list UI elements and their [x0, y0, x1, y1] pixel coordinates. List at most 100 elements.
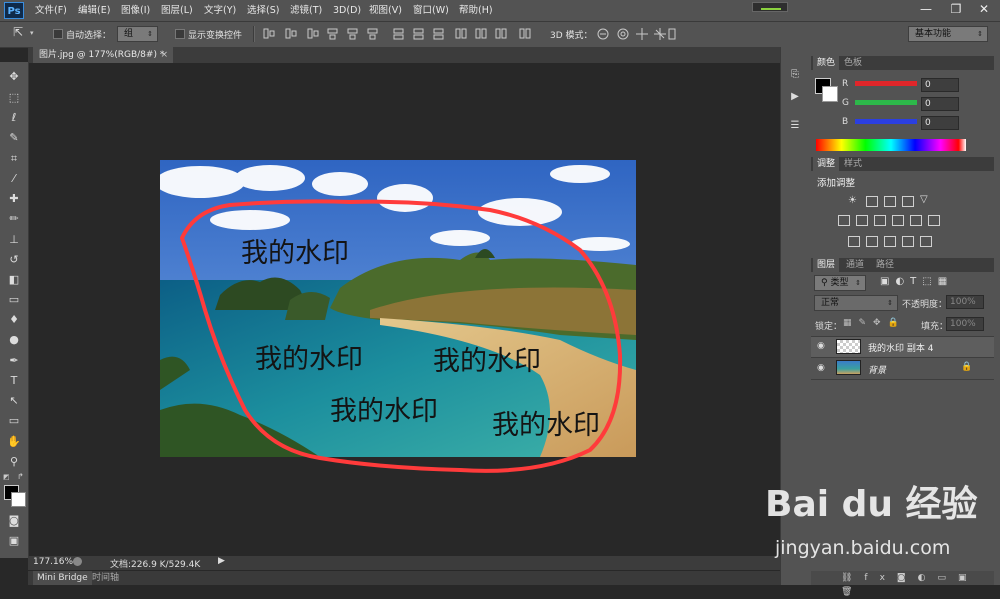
menu-window[interactable]: 窗口(W) [413, 4, 449, 18]
channel-b-value[interactable]: 0 [921, 116, 959, 130]
visibility-eye-icon[interactable]: ◉ [817, 363, 825, 373]
type-tool-icon[interactable]: T [4, 372, 24, 390]
move-tool-icon[interactable]: ⇱ [13, 25, 23, 39]
threshold-icon[interactable] [884, 236, 896, 247]
lasso-tool-icon[interactable]: ℓ [4, 109, 24, 127]
3d-mode-icons[interactable] [596, 26, 676, 42]
gradient-map-icon[interactable] [920, 236, 932, 247]
color-lookup-icon[interactable] [928, 215, 940, 226]
levels-icon[interactable] [866, 196, 878, 207]
tab-layers[interactable]: 图层 [813, 258, 840, 272]
zoom-level[interactable]: 177.16% [33, 557, 73, 567]
screen-mode-icon[interactable]: ▣ [4, 532, 24, 550]
hue-saturation-icon[interactable] [838, 215, 850, 226]
channel-g-value[interactable]: 0 [921, 97, 959, 111]
menu-select[interactable]: 选择(S) [247, 4, 279, 18]
marquee-tool-icon[interactable]: ⬚ [4, 89, 24, 107]
path-selection-tool-icon[interactable]: ↖ [4, 392, 24, 410]
crop-tool-icon[interactable]: ⌗ [4, 150, 24, 168]
layer-filter-type-icons[interactable]: ▣◐T⬚▦ [880, 276, 953, 287]
baidu-jingyan-logo: Bai du 经验 [765, 484, 978, 525]
actions-play-icon[interactable]: ▶ [785, 88, 805, 106]
blend-mode-dropdown[interactable]: 正常 ⇕ [814, 295, 898, 311]
quick-mask-icon[interactable]: ◙ [4, 512, 24, 530]
tab-mini-bridge[interactable]: Mini Bridge [33, 571, 92, 585]
tab-swatches[interactable]: 色板 [840, 56, 866, 70]
menu-layer[interactable]: 图层(L) [161, 4, 193, 18]
posterize-icon[interactable] [866, 236, 878, 247]
tab-color[interactable]: 颜色 [813, 56, 840, 70]
selective-color-icon[interactable] [902, 236, 914, 247]
history-brush-tool-icon[interactable]: ↺ [4, 251, 24, 269]
show-transform-checkbox[interactable] [175, 29, 185, 39]
move-tool-icon[interactable]: ✥ [4, 68, 24, 86]
brush-tool-icon[interactable]: ✏ [4, 210, 24, 228]
document-tab-title: 图片.jpg @ 177%(RGB/8#) * [39, 50, 165, 60]
close-window-button[interactable]: ✕ [968, 0, 1000, 18]
auto-select-checkbox[interactable] [53, 29, 63, 39]
photo-filter-icon[interactable] [892, 215, 904, 226]
black-white-icon[interactable] [874, 215, 886, 226]
exposure-icon[interactable] [902, 196, 914, 207]
dodge-tool-icon[interactable]: ● [4, 331, 24, 349]
swap-colors-icon[interactable]: ↱ [17, 472, 24, 481]
healing-brush-tool-icon[interactable]: ✚ [4, 190, 24, 208]
vibrance-icon[interactable]: ▽ [920, 194, 928, 205]
auto-select-value: 组 [124, 29, 134, 39]
gradient-tool-icon[interactable]: ▭ [4, 291, 24, 309]
workspace-value: 基本功能 [915, 29, 952, 39]
menu-view[interactable]: 视图(V) [369, 4, 402, 18]
channel-b-label: B [842, 117, 849, 127]
blur-tool-icon[interactable]: ♦ [4, 311, 24, 329]
tab-paths[interactable]: 路径 [872, 258, 898, 272]
workspace-dropdown[interactable]: 基本功能 ⇕ [908, 26, 988, 42]
tool-preset-chevron-icon[interactable]: ▾ [30, 29, 34, 37]
eraser-tool-icon[interactable]: ◧ [4, 271, 24, 289]
tab-timeline[interactable]: 时间轴 [88, 571, 123, 585]
close-tab-icon[interactable]: × [160, 47, 168, 63]
rectangle-tool-icon[interactable]: ▭ [4, 412, 24, 430]
layer-filter-dropdown[interactable]: ⚲ 类型 ⇕ [814, 275, 866, 291]
color-spectrum[interactable] [816, 139, 966, 151]
auto-select-dropdown[interactable]: 组 ⇕ [117, 26, 158, 42]
align-distribute-icons [263, 28, 531, 40]
menu-filter[interactable]: 滤镜(T) [290, 4, 322, 18]
channel-r-value[interactable]: 0 [921, 78, 959, 92]
channel-mixer-icon[interactable] [910, 215, 922, 226]
menu-edit[interactable]: 编辑(E) [78, 4, 110, 18]
lock-icons[interactable]: ▦✎✥🔒 [843, 318, 906, 328]
menu-type[interactable]: 文字(Y) [204, 4, 236, 18]
channel-b-slider[interactable] [855, 119, 917, 124]
minimize-button[interactable]: — [910, 0, 942, 18]
hand-tool-icon[interactable]: ✋ [4, 433, 24, 451]
color-bg-swatch[interactable] [822, 86, 838, 102]
curves-icon[interactable] [884, 196, 896, 207]
layers-footer-icons[interactable]: ⛓fx◙◐▭▣🗑 [811, 571, 994, 597]
zoom-tool-icon[interactable]: ⚲ [4, 453, 24, 471]
opacity-value[interactable]: 100% [946, 295, 984, 309]
eyedropper-tool-icon[interactable]: ⁄ [4, 170, 24, 188]
menu-3d[interactable]: 3D(D) [333, 4, 361, 18]
default-colors-icon[interactable]: ◩ [3, 473, 10, 481]
clone-stamp-tool-icon[interactable]: ⊥ [4, 231, 24, 249]
channel-r-slider[interactable] [855, 81, 917, 86]
tab-channels[interactable]: 通道 [842, 258, 868, 272]
invert-icon[interactable] [848, 236, 860, 247]
quick-select-tool-icon[interactable]: ✎ [4, 129, 24, 147]
brightness-icon[interactable]: ☀ [848, 195, 857, 206]
channel-g-slider[interactable] [855, 100, 917, 105]
history-panel-icon[interactable]: ⎘ [785, 66, 805, 84]
color-balance-icon[interactable] [856, 215, 868, 226]
fill-value[interactable]: 100% [946, 317, 984, 331]
tab-styles[interactable]: 样式 [840, 157, 866, 171]
menu-help[interactable]: 帮助(H) [459, 4, 493, 18]
pen-tool-icon[interactable]: ✒ [4, 352, 24, 370]
background-color-swatch[interactable] [11, 492, 26, 507]
document-tab[interactable]: 图片.jpg @ 177%(RGB/8#) * × [33, 47, 173, 63]
visibility-eye-icon[interactable]: ◉ [817, 341, 825, 351]
menu-file[interactable]: 文件(F) [35, 4, 67, 18]
menu-image[interactable]: 图像(I) [121, 4, 150, 18]
tab-adjustments[interactable]: 调整 [813, 157, 840, 171]
status-menu-arrow-icon[interactable]: ▶ [218, 556, 225, 566]
properties-panel-icon[interactable]: ☰ [785, 117, 805, 135]
